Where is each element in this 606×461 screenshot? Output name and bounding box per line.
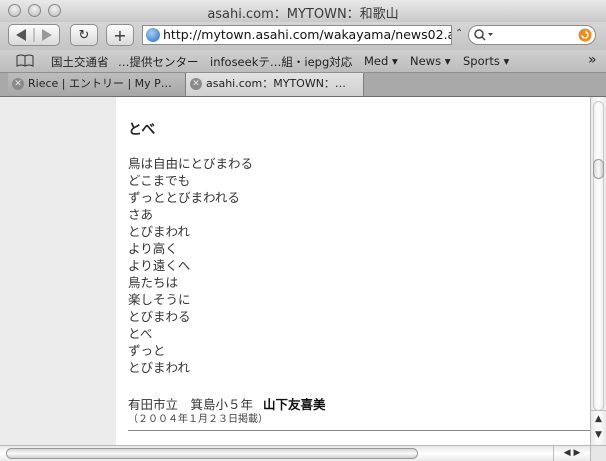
- poem-line: とびまわれ: [128, 360, 190, 375]
- tab-riece[interactable]: ✕ Riece | エントリー | My P…: [8, 73, 186, 96]
- url-menu-icon[interactable]: ⌃: [455, 28, 463, 39]
- globe-icon: [146, 28, 160, 42]
- snapback-icon[interactable]: [578, 28, 592, 42]
- horizontal-scroll-arrows[interactable]: ◀ ▶: [553, 446, 590, 461]
- horizontal-scroll-thumb[interactable]: [6, 448, 418, 459]
- bookmark-menu-sports[interactable]: Sports ▾: [463, 54, 509, 68]
- author-name: 山下友喜美: [263, 397, 326, 412]
- poem-line: 鳥は自由にとびまわる: [128, 156, 254, 171]
- address-field[interactable]: http://mytown.asahi.com/wakayama/news02.…: [142, 25, 452, 45]
- scroll-track[interactable]: [593, 101, 604, 411]
- back-forward-buttons[interactable]: [8, 24, 60, 46]
- close-tab-icon[interactable]: ✕: [190, 78, 202, 90]
- bookmark-menu-med[interactable]: Med ▾: [364, 54, 398, 68]
- scroll-left-icon[interactable]: ◀: [564, 448, 571, 458]
- poem-line: より高く: [128, 241, 178, 256]
- poem-body: 鳥は自由にとびまわる どこまでも ずっととびまわれる さあ とびまわれ より高く…: [128, 155, 253, 376]
- add-bookmark-button[interactable]: +: [106, 24, 134, 46]
- scroll-down-icon[interactable]: ▼: [591, 427, 606, 443]
- scroll-right-icon[interactable]: ▶: [573, 448, 580, 458]
- reload-button[interactable]: ↻: [70, 24, 98, 46]
- search-field[interactable]: [468, 25, 596, 45]
- reload-icon: ↻: [78, 27, 90, 43]
- poem-line: とべ: [128, 326, 153, 341]
- horizontal-scrollbar[interactable]: ◀ ▶: [0, 445, 590, 461]
- bookmark-item[interactable]: 国土交通省: [51, 54, 109, 70]
- vertical-scrollbar[interactable]: ▲ ▼: [590, 97, 606, 445]
- tab-bar: ✕ Riece | エントリー | My P… ✕ asahi.com：MYTO…: [0, 73, 606, 97]
- poem-line: とびまわる: [128, 309, 191, 324]
- scroll-arrows[interactable]: ▲ ▼: [591, 410, 606, 445]
- bookmark-item[interactable]: …提供センター: [118, 54, 199, 70]
- poem-line: さあ: [128, 207, 154, 222]
- scroll-up-icon[interactable]: ▲: [591, 411, 606, 427]
- book-icon[interactable]: [16, 54, 34, 67]
- tab-label: asahi.com：MYTOWN：…: [206, 77, 346, 90]
- poem-line: より遠くへ: [128, 258, 191, 273]
- tab-asahi[interactable]: ✕ asahi.com：MYTOWN：…: [186, 73, 364, 96]
- poem-line: とびまわれ: [128, 224, 190, 239]
- title-bar: asahi.com：MYTOWN：和歌山: [0, 0, 606, 23]
- bookmark-menu-news[interactable]: News ▾: [410, 54, 451, 68]
- poem-line: ずっと: [128, 343, 166, 358]
- url-text: http://mytown.asahi.com/wakayama/news02.…: [163, 27, 452, 42]
- poem-line: 楽しそうに: [128, 292, 191, 307]
- toolbar: ↻ + http://mytown.asahi.com/wakayama/new…: [0, 22, 606, 50]
- divider: [128, 430, 590, 431]
- article-content: とべ 鳥は自由にとびまわる どこまでも ずっととびまわれる さあ とびまわれ よ…: [116, 97, 590, 445]
- bookmarks-bar: 国土交通省 …提供センター infoseekテ…組・iepg対応 Med ▾ N…: [0, 50, 606, 73]
- bookmark-item[interactable]: infoseekテ…組・iepg対応: [210, 54, 352, 70]
- close-tab-icon[interactable]: ✕: [12, 78, 24, 90]
- search-icon[interactable]: [473, 27, 495, 43]
- window-title: asahi.com：MYTOWN：和歌山: [207, 7, 399, 22]
- tab-label: Riece | エントリー | My P…: [28, 77, 172, 90]
- poem-line: どこまでも: [128, 173, 191, 188]
- scroll-thumb[interactable]: [593, 159, 604, 179]
- poem-line: ずっととびまわれる: [128, 190, 240, 205]
- poem-line: 鳥たちは: [128, 275, 179, 290]
- resize-corner[interactable]: [590, 445, 606, 461]
- back-arrow-icon[interactable]: [12, 28, 56, 42]
- left-sidebar-panel: [0, 97, 116, 445]
- bookmarks-overflow-icon[interactable]: »: [588, 52, 597, 68]
- publish-date: （２００４年１月２３日掲載）: [128, 414, 268, 425]
- plus-icon: +: [113, 25, 127, 45]
- article-title: とべ: [128, 122, 156, 138]
